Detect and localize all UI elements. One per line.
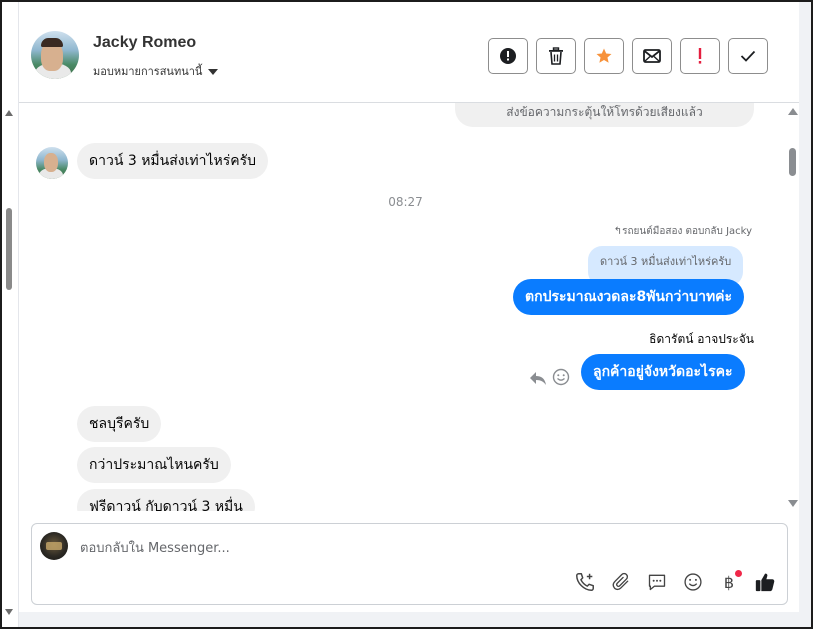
contact-avatar[interactable] [31,31,79,79]
attach-button[interactable] [609,570,633,594]
assign-conversation-dropdown[interactable]: มอบหมายการสนทนานี้ [93,62,219,80]
reply-meta: ↰รถยนต์มือสอง ตอบกลับ Jacky [614,224,752,239]
outer-scroll-up-icon[interactable] [5,110,13,116]
incoming-message[interactable]: ฟรีดาวน์ กับดาวน์ 3 หมื่น [77,489,255,511]
star-icon [596,48,612,63]
outer-scrollbar[interactable] [4,102,16,617]
chat-bubble-icon [648,574,666,591]
sender-name: ธิดารัตน์ อาจประจัน [649,332,754,346]
incoming-message[interactable]: กว่าประมาณไหนครับ [77,447,231,483]
exclamation-icon [698,48,702,64]
envelope-icon [643,49,661,63]
check-icon [740,50,756,62]
outer-scroll-down-icon[interactable] [5,609,13,615]
call-button[interactable] [573,570,597,594]
reply-composer: ฿ [31,523,788,605]
reply-input[interactable] [80,538,680,558]
message-timestamp: 08:27 [388,195,423,209]
reply-arrow-icon: ↰ [613,226,623,237]
smiley-icon [684,573,702,591]
bottom-strip [19,612,799,627]
reply-icon[interactable] [529,370,547,386]
previous-outgoing-message: ส่งข้อความกระตุ้นให้โทรด้วยเสียงแล้ว [455,103,754,127]
messenger-window: Jacky Romeo มอบหมายการสนทนานี้ ส่งข้อควา… [0,0,813,629]
incoming-message[interactable]: ดาวน์ 3 หมื่นส่งเท่าไหร่ครับ [77,143,269,179]
react-icon[interactable] [552,368,570,386]
page-avatar [40,532,68,560]
message-thread[interactable]: ส่งข้อความกระตุ้นให้โทรด้วยเสียงแล้ว ดาว… [19,103,799,511]
star-button[interactable] [584,38,624,74]
incoming-message[interactable]: ชลบุรีครับ [77,406,162,442]
notification-dot [735,570,742,577]
alert-circle-icon [500,48,516,64]
trash-icon [549,47,563,65]
reply-meta-text: รถยนต์มือสอง ตอบกลับ Jacky [622,226,752,237]
payment-button[interactable]: ฿ [717,570,742,594]
phone-plus-icon [576,573,594,591]
thumbs-up-icon [755,573,775,592]
emoji-button[interactable] [681,570,705,594]
thread-scrollbar[interactable] [785,103,799,511]
like-button[interactable] [753,570,777,594]
scroll-down-icon[interactable] [788,500,798,507]
mark-done-button[interactable] [728,38,768,74]
caret-down-icon [208,68,219,75]
delete-button[interactable] [536,38,576,74]
paperclip-icon [612,572,629,591]
saved-replies-button[interactable] [645,570,669,594]
conversation-header: Jacky Romeo มอบหมายการสนทนานี้ [19,2,799,103]
assign-label: มอบหมายการสนทนานี้ [93,65,203,78]
follow-up-button[interactable] [680,38,720,74]
header-actions [488,38,768,74]
baht-icon: ฿ [723,572,735,592]
composer-tools: ฿ [573,570,777,594]
contact-name[interactable]: Jacky Romeo [93,34,196,52]
mark-unread-button[interactable] [632,38,672,74]
scroll-up-icon[interactable] [788,108,798,115]
right-gutter [799,2,811,627]
scroll-thumb[interactable] [789,148,796,176]
spam-button[interactable] [488,38,528,74]
contact-avatar-small[interactable] [36,147,68,179]
outgoing-message[interactable]: ตกประมาณงวดละ8พันกว่าบาทค่ะ [513,279,745,315]
outgoing-message[interactable]: ลูกค้าอยู่จังหวัดอะไรคะ [581,354,745,390]
outer-scroll-thumb[interactable] [6,208,12,290]
